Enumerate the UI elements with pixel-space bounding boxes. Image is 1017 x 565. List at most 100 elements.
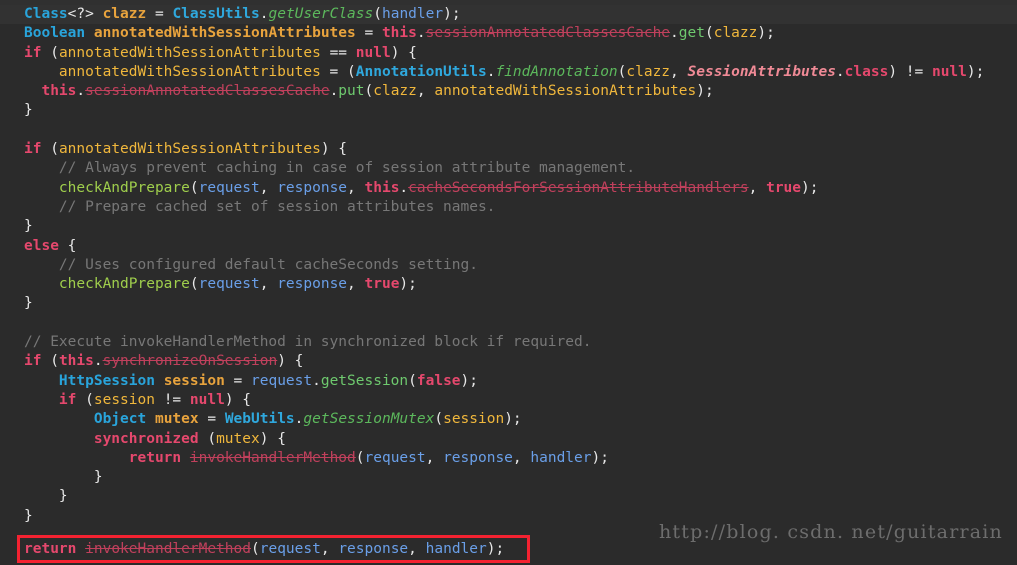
code-token: ); (966, 63, 985, 80)
code-line[interactable]: } (0, 294, 1017, 313)
code-line[interactable]: } (0, 468, 1017, 487)
code-line[interactable] (0, 314, 1017, 333)
watermark-text: http://blog. csdn. net/guitarrain (658, 520, 1003, 543)
code-token: ( (41, 353, 59, 370)
code-token: response (338, 541, 409, 557)
code-token: if (58, 391, 77, 408)
code-token: ( (373, 6, 382, 22)
code-token: ( (41, 141, 59, 158)
code-token: ); (399, 276, 417, 293)
code-line[interactable]: } (0, 101, 1017, 120)
code-line[interactable]: if (annotatedWithSessionAttributes) { (0, 140, 1017, 159)
code-line[interactable] (0, 121, 1017, 140)
code-line[interactable]: // Prepare cached set of session attribu… (0, 198, 1017, 217)
code-line[interactable]: // Always prevent caching in case of ses… (0, 159, 1017, 178)
code-token: checkAndPrepare (58, 276, 190, 293)
code-token: } (24, 218, 33, 235)
code-line[interactable]: } (0, 217, 1017, 236)
code-token: ); (443, 6, 461, 22)
code-token: ( (704, 25, 714, 42)
code-token: ( (189, 276, 199, 293)
code-line[interactable]: // Uses configured default cacheSeconds … (0, 256, 1017, 275)
code-token: session (163, 372, 225, 389)
code-token: invokeHandlerMethod (189, 449, 356, 466)
code-token: ) { (277, 353, 304, 370)
code-token: ( (198, 430, 217, 447)
code-token: ( (41, 44, 59, 61)
code-token: } (24, 488, 68, 505)
code-token: request (364, 449, 426, 466)
code-token: mutex (154, 411, 199, 428)
code-token: } (24, 102, 33, 119)
code-token: , (748, 179, 767, 196)
code-line[interactable]: Object mutex = WebUtils.getSessionMutex(… (0, 410, 1017, 429)
code-token: ) { (224, 391, 252, 408)
code-token: , (259, 276, 278, 293)
code-token: annotatedWithSessionAttributes (93, 25, 356, 42)
code-token: request (198, 179, 260, 196)
code-token: // Always prevent caching in case of ses… (24, 160, 636, 177)
code-token: != (154, 391, 190, 408)
code-token: clazz (102, 6, 147, 22)
code-token: get (678, 25, 705, 42)
code-token: ) { (259, 430, 286, 447)
code-token: sessionAnnotatedClassesCache (85, 83, 330, 100)
code-line[interactable]: return invokeHandlerMethod(request, resp… (0, 449, 1017, 468)
code-token: ( (76, 391, 94, 408)
code-token: annotatedWithSessionAttributes (434, 83, 697, 100)
code-token: request (251, 372, 313, 389)
code-line[interactable]: } (0, 487, 1017, 506)
code-token: clazz (626, 63, 671, 80)
code-token: handler (381, 6, 444, 22)
code-token: sessionAnnotatedClassesCache (425, 25, 671, 42)
code-line[interactable]: this.sessionAnnotatedClassesCache.put(cl… (0, 82, 1017, 101)
code-token: cacheSecondsForSessionAttributeHandlers (408, 179, 749, 196)
code-lines-container[interactable]: Class<?> clazz = ClassUtils. getUserClass… (0, 5, 1017, 545)
highlighted-return-line[interactable]: return invokeHandlerMethod(request, resp… (0, 540, 1017, 559)
code-token: <?> (67, 6, 103, 22)
code-token: request (198, 276, 260, 293)
code-line[interactable]: checkAndPrepare(request, response, this.… (0, 179, 1017, 198)
code-token: getUserClass (268, 6, 374, 22)
code-token: // Execute invokeHandlerMethod in synchr… (24, 334, 592, 351)
code-token: false (416, 372, 461, 389)
code-line[interactable]: if (annotatedWithSessionAttributes == nu… (0, 44, 1017, 63)
code-line[interactable]: Class<?> clazz = ClassUtils.getUserClass… (0, 5, 1017, 25)
code-token: handler (425, 541, 487, 557)
code-token: WebUtils (224, 411, 295, 428)
code-token: checkAndPrepare (58, 179, 190, 196)
code-token: this (364, 179, 400, 196)
code-token: null (189, 391, 225, 408)
code-token: class (844, 63, 889, 80)
code-line[interactable]: HttpSession session = request.getSession… (0, 372, 1017, 391)
code-token: . (416, 25, 426, 42)
code-token: this (41, 83, 77, 100)
code-token: session (93, 391, 155, 408)
code-line[interactable]: annotatedWithSessionAttributes = (Annota… (0, 63, 1017, 82)
code-token: clazz (373, 83, 417, 100)
code-token: // Uses configured default cacheSeconds … (24, 256, 478, 273)
code-token: ( (189, 179, 199, 196)
code-token: , (670, 63, 688, 80)
code-line[interactable]: if (this.synchronizeOnSession) { (0, 352, 1017, 371)
code-line[interactable]: checkAndPrepare(request, response, true)… (0, 275, 1017, 294)
code-token: ); (486, 541, 505, 557)
code-line[interactable]: else { (0, 237, 1017, 256)
code-line[interactable]: Boolean annotatedWithSessionAttributes =… (0, 24, 1017, 43)
code-token: ); (460, 372, 479, 389)
code-token: this (381, 25, 417, 42)
code-line[interactable]: if (session != null) { (0, 391, 1017, 410)
code-token: ( (355, 449, 365, 466)
code-token: annotatedWithSessionAttributes (58, 141, 321, 158)
code-line[interactable]: synchronized (mutex) { (0, 430, 1017, 449)
code-line[interactable]: // Execute invokeHandlerMethod in synchr… (0, 333, 1017, 352)
code-token: ( (364, 83, 374, 100)
code-token: if (24, 141, 42, 158)
code-editor-viewport[interactable]: Class<?> clazz = ClassUtils. getUserClass… (0, 0, 1017, 565)
